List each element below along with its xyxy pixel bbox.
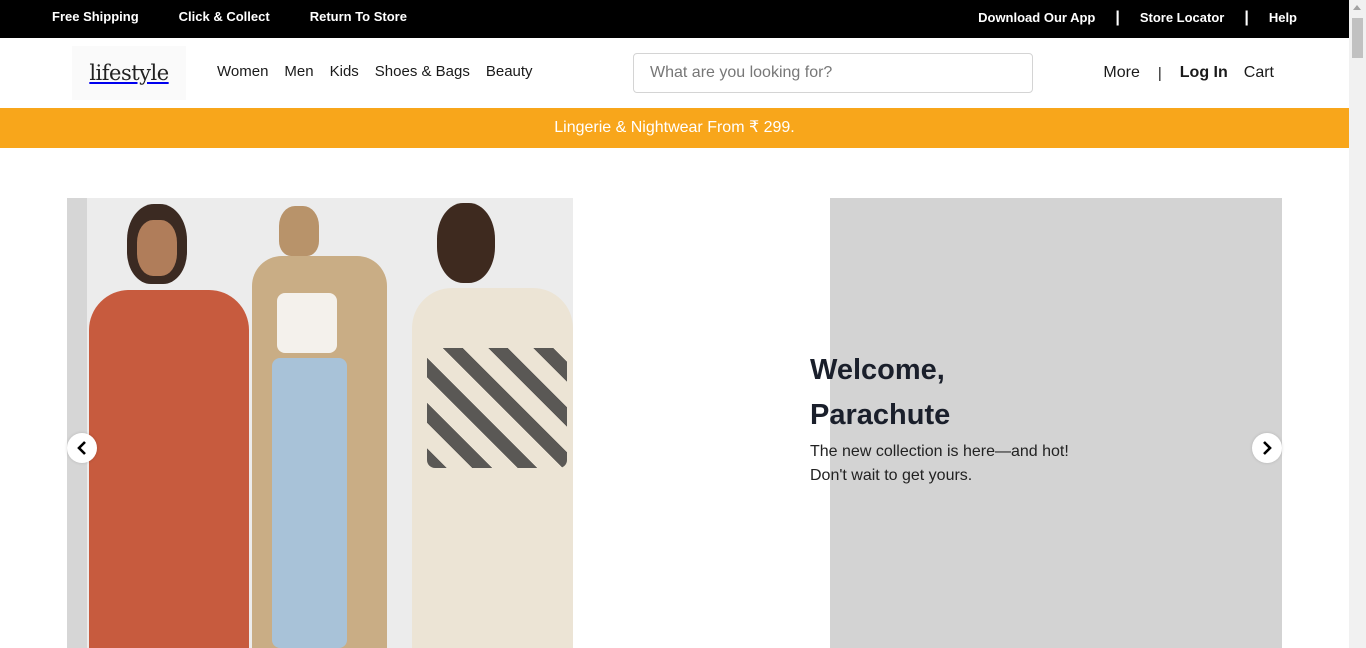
nav-item-shoes-bags[interactable]: Shoes & Bags: [375, 63, 470, 80]
carousel-next-button[interactable]: [1252, 433, 1282, 463]
lifestyle-logo[interactable]: lifestyle: [72, 46, 186, 100]
hero-title-line2: Parachute: [810, 399, 951, 431]
carousel-prev-button[interactable]: [67, 433, 97, 463]
login-link[interactable]: Log In: [1180, 64, 1228, 82]
chevron-right-icon: [1263, 441, 1272, 455]
scrollbar-thumb[interactable]: [1352, 18, 1363, 58]
store-locator-link[interactable]: Store Locator: [1140, 10, 1225, 25]
nav-item-beauty[interactable]: Beauty: [486, 63, 533, 80]
jacket-pattern: [427, 348, 567, 468]
return-to-store-link[interactable]: Return To Store: [310, 9, 407, 24]
separator: |: [1115, 8, 1120, 26]
help-link[interactable]: Help: [1269, 10, 1297, 25]
category-nav: Women Men Kids Shoes & Bags Beauty: [217, 63, 549, 80]
click-collect-link[interactable]: Click & Collect: [179, 9, 270, 24]
page-scrollbar[interactable]: [1349, 0, 1366, 648]
model-crop-top: [277, 293, 337, 353]
separator: |: [1157, 64, 1162, 82]
search-input[interactable]: [633, 53, 1033, 93]
chevron-left-icon: [77, 441, 86, 455]
more-link[interactable]: More: [1103, 64, 1139, 82]
topbar-left-links: Free Shipping Click & Collect Return To …: [52, 9, 447, 24]
separator: |: [1244, 8, 1249, 26]
hero-subtitle-line2: Don't wait to get yours.: [810, 467, 973, 484]
hero-subtitle-line1: The new collection is here—and hot!: [810, 443, 1069, 460]
hero-subtitle: The new collection is here—and hot! Don'…: [810, 440, 1210, 488]
model-fleece-jacket: [412, 288, 573, 648]
model-face: [137, 220, 177, 276]
hero-carousel: Welcome, Parachute The new collection is…: [0, 148, 1349, 648]
logo-text: lifestyle: [89, 61, 169, 85]
cart-link[interactable]: Cart: [1244, 64, 1274, 82]
model-beanie: [279, 206, 319, 256]
top-utility-bar: Free Shipping Click & Collect Return To …: [0, 0, 1349, 38]
hero-title-line1: Welcome,: [810, 354, 945, 386]
hero-title: Welcome, Parachute: [810, 348, 1210, 438]
download-app-link[interactable]: Download Our App: [978, 10, 1095, 25]
main-header: lifestyle Women Men Kids Shoes & Bags Be…: [0, 38, 1349, 108]
promo-banner[interactable]: Lingerie & Nightwear From ₹ 299.: [0, 108, 1349, 148]
topbar-right-links: Download Our App | Store Locator | Help: [978, 8, 1297, 26]
hero-fashion-image: [67, 198, 573, 648]
model-red-dress: [89, 290, 249, 648]
account-links: More | Log In Cart: [1103, 64, 1274, 82]
model-jeans: [272, 358, 347, 648]
model-head: [437, 203, 495, 283]
free-shipping-link[interactable]: Free Shipping: [52, 9, 139, 24]
nav-item-kids[interactable]: Kids: [330, 63, 359, 80]
nav-item-men[interactable]: Men: [284, 63, 313, 80]
hero-welcome-text: Welcome, Parachute The new collection is…: [810, 348, 1210, 488]
scroll-up-icon[interactable]: [1353, 5, 1361, 10]
nav-item-women[interactable]: Women: [217, 63, 268, 80]
